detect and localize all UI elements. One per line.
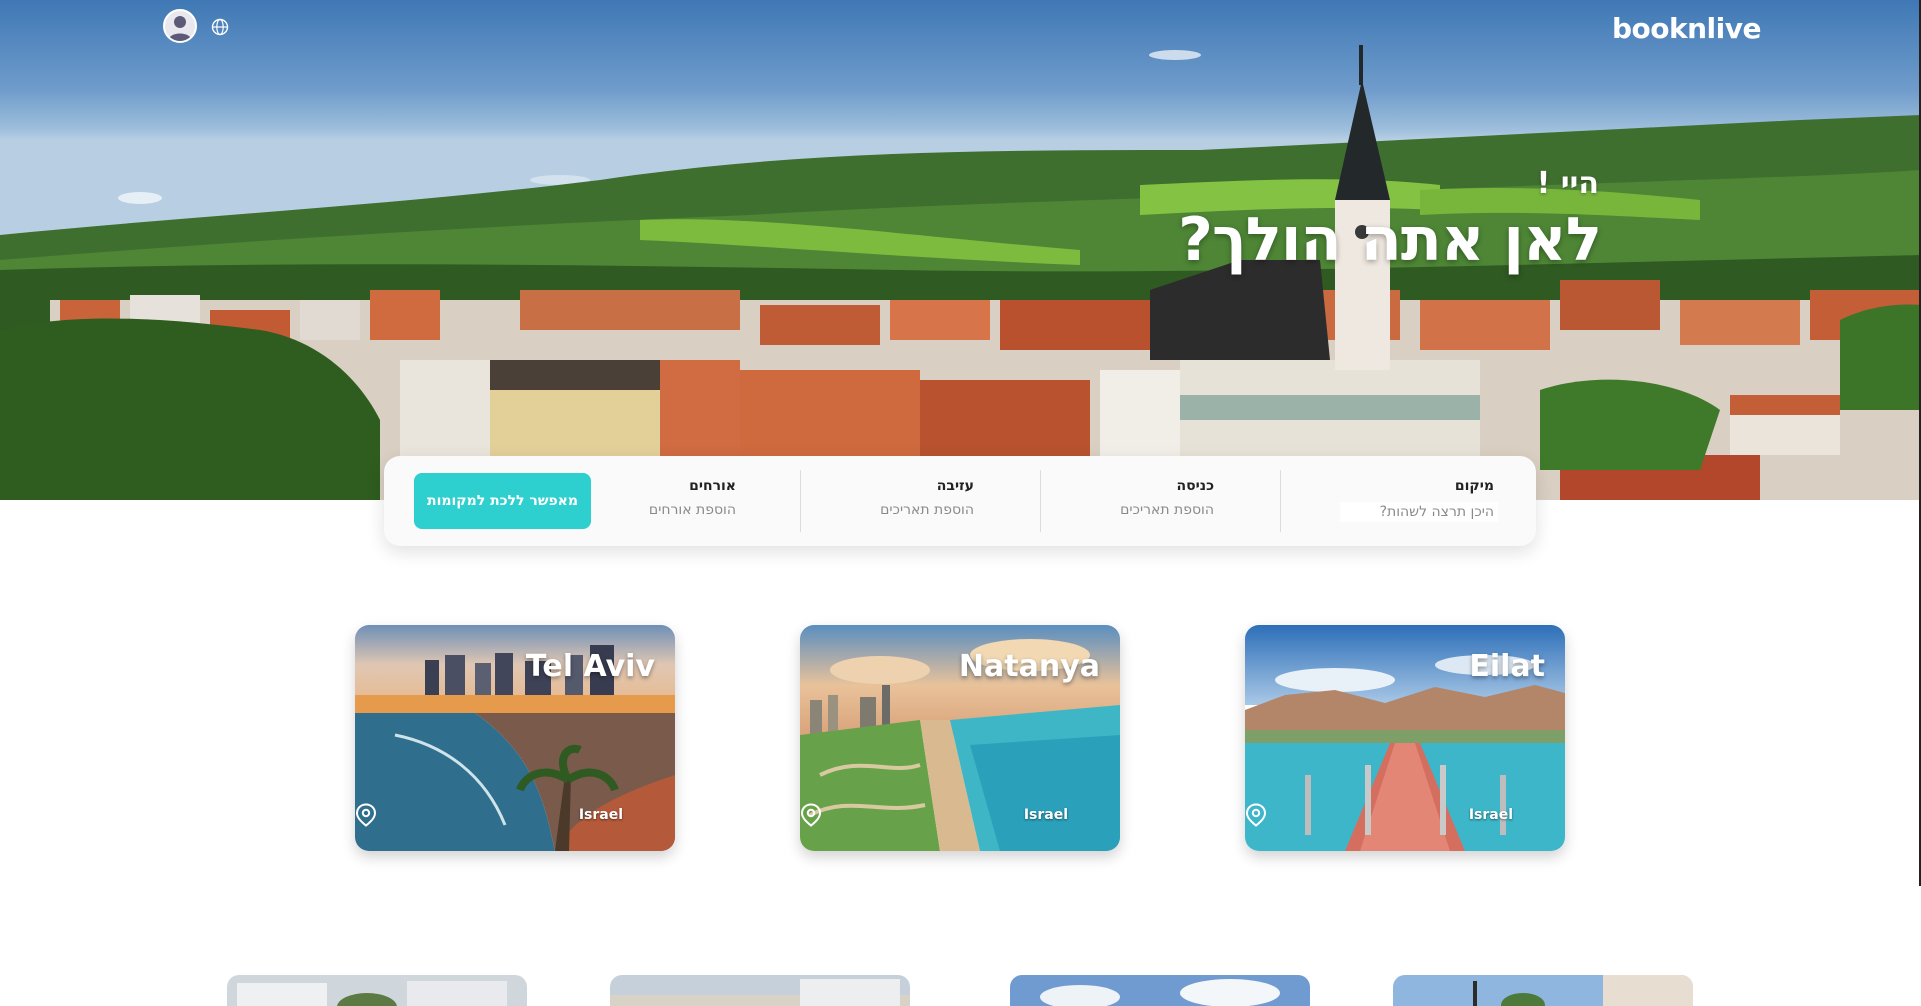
location-field[interactable]: מיקום היכן תרצה לשהות? [1294,456,1498,546]
search-button[interactable]: מאפשר ללכת למקומות [414,473,591,529]
property-image [227,975,527,1006]
city-name: Natanya [958,649,1100,684]
country-name: Israel [1023,807,1068,823]
search-bar: מיקום היכן תרצה לשהות? כניסה הוספת תאריכ… [384,456,1536,546]
property-card[interactable] [227,975,527,1006]
search-divider [1280,470,1281,532]
property-card[interactable] [1393,975,1693,1006]
map-pin-icon [355,803,377,827]
map-pin-icon [800,803,822,827]
checkin-field[interactable]: כניסה הוספת תאריכים [1034,456,1214,546]
checkout-value: הוספת תאריכים [880,502,974,518]
checkout-label: עזיבה [936,478,974,494]
checkin-label: כניסה [1176,478,1214,494]
destination-card-tel-aviv[interactable]: Tel Aviv Israel [355,625,675,851]
hero-landscape-image [0,45,1921,500]
destination-card-natanya[interactable]: Natanya Israel [800,625,1120,851]
brand-logo[interactable]: booknlive [1612,12,1762,45]
page: booknlive היי ! לאן אתה הולך? מיקום היכן… [0,0,1921,1006]
globe-icon[interactable] [211,18,229,36]
property-card[interactable] [1010,975,1310,1006]
hero-greeting: היי ! [1536,166,1599,201]
location-label: מיקום [1454,478,1494,494]
destination-card-eilat[interactable]: Eilat Israel [1245,625,1565,851]
user-avatar-icon[interactable] [163,9,197,43]
property-image [1393,975,1693,1006]
guests-field[interactable]: אורחים הוספת אורחים [596,456,736,546]
city-name: Eilat [1469,649,1545,684]
country-name: Israel [1468,807,1513,823]
checkout-field[interactable]: עזיבה הוספת תאריכים [794,456,974,546]
map-pin-icon [1245,803,1267,827]
guests-label: אורחים [689,478,736,494]
hero-headline: לאן אתה הולך? [1178,205,1602,275]
search-divider [1040,470,1041,532]
checkin-value: הוספת תאריכים [1120,502,1214,518]
city-name: Tel Aviv [525,649,655,684]
property-image [1010,975,1310,1006]
country-name: Israel [578,807,623,823]
search-divider [800,470,801,532]
property-image [610,975,910,1006]
property-card[interactable] [610,975,910,1006]
hero-banner: booknlive היי ! לאן אתה הולך? [0,0,1921,500]
location-input[interactable]: היכן תרצה לשהות? [1339,502,1498,522]
guests-value: הוספת אורחים [648,502,736,518]
